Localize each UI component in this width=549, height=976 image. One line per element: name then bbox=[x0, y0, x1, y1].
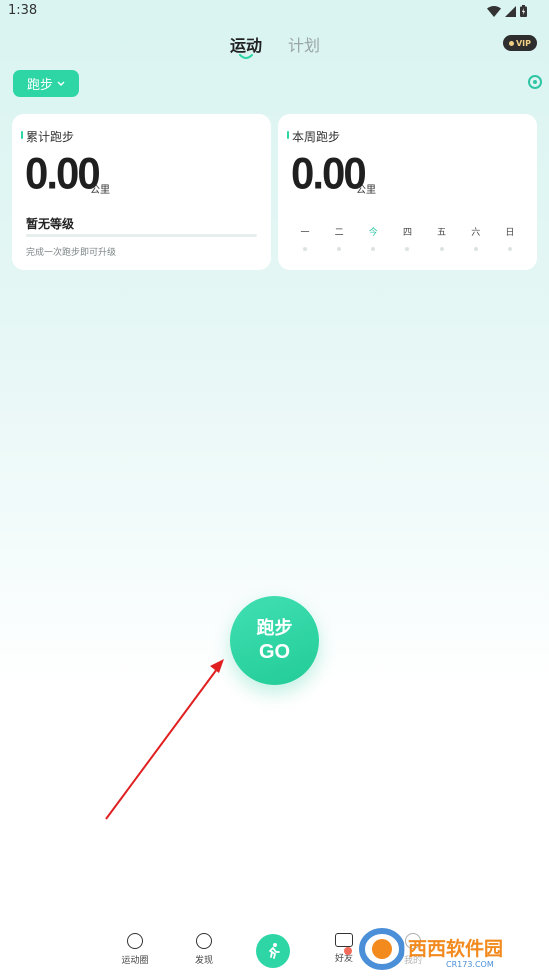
start-run-label: 跑步 bbox=[256, 617, 293, 639]
card-title: 累计跑步 bbox=[20, 130, 75, 144]
day-dot bbox=[473, 247, 478, 251]
notification-dot bbox=[344, 947, 352, 955]
day-label: 二 bbox=[334, 228, 344, 238]
tab-exercise[interactable]: 运动 bbox=[230, 32, 262, 56]
start-run-go-label: GO bbox=[258, 640, 291, 663]
day-label: 日 bbox=[505, 228, 515, 238]
level-name: 暂无等级 bbox=[26, 217, 75, 231]
tab-active-indicator bbox=[239, 54, 253, 59]
target-icon[interactable] bbox=[528, 75, 542, 89]
day-label: 四 bbox=[402, 228, 412, 238]
watermark-logo: 西西软件园 CR173.COM bbox=[359, 928, 544, 970]
distance-unit: 公里 bbox=[356, 185, 376, 196]
day-item: 六 bbox=[467, 225, 485, 251]
wifi-icon bbox=[487, 5, 501, 17]
status-icons bbox=[487, 4, 527, 18]
total-running-card[interactable]: 累计跑步 0.00 公里 暂无等级 完成一次跑步即可升级 bbox=[12, 114, 271, 270]
day-item: 五 bbox=[433, 225, 451, 251]
total-distance-value: 0.00 bbox=[25, 148, 101, 199]
day-item: 日 bbox=[501, 225, 519, 251]
signal-icon bbox=[505, 5, 516, 17]
vip-badge[interactable]: VIP bbox=[503, 35, 537, 51]
week-days: 一 二 今 四 五 六 日 bbox=[296, 225, 519, 251]
day-item: 今 bbox=[364, 225, 382, 251]
status-time: 1:38 bbox=[8, 3, 38, 18]
day-item: 四 bbox=[398, 225, 416, 251]
day-label: 五 bbox=[437, 228, 447, 238]
annotation-arrow bbox=[105, 659, 224, 820]
day-label-today: 今 bbox=[368, 228, 378, 238]
watermark-url: CR173.COM bbox=[446, 960, 494, 969]
nav-item-discover[interactable]: 发现 bbox=[184, 933, 224, 966]
day-dot bbox=[439, 247, 444, 251]
chat-bubble-icon bbox=[127, 933, 143, 949]
activity-type-select[interactable]: 跑步 bbox=[13, 70, 79, 97]
vip-label: VIP bbox=[515, 38, 532, 48]
day-label: 六 bbox=[471, 228, 481, 238]
nav-label: 运动圈 bbox=[121, 956, 149, 966]
battery-icon bbox=[520, 5, 527, 17]
weekly-running-card[interactable]: 本周跑步 0.00 公里 一 二 今 四 五 六 日 bbox=[278, 114, 537, 270]
distance-unit: 公里 bbox=[90, 185, 110, 196]
day-label: 一 bbox=[300, 228, 310, 238]
activity-type-label: 跑步 bbox=[26, 78, 53, 93]
watermark-text: 西西软件园 bbox=[408, 937, 503, 960]
tab-plan[interactable]: 计划 bbox=[288, 32, 320, 56]
nav-label: 发现 bbox=[194, 956, 213, 966]
level-progress-bar bbox=[26, 234, 257, 237]
day-dot bbox=[337, 247, 342, 251]
runner-icon bbox=[269, 943, 280, 959]
top-tabs: 运动 计划 VIP bbox=[0, 30, 549, 60]
day-dot bbox=[303, 247, 307, 251]
status-bar: 1:38 bbox=[0, 0, 549, 24]
level-hint: 完成一次跑步即可升级 bbox=[26, 248, 117, 258]
vip-icon bbox=[508, 40, 514, 46]
day-dot bbox=[371, 247, 376, 251]
weekly-distance-value: 0.00 bbox=[291, 148, 367, 199]
message-icon bbox=[335, 933, 353, 947]
chevron-down-icon bbox=[57, 81, 65, 86]
compass-icon bbox=[196, 933, 212, 949]
card-title: 本周跑步 bbox=[286, 130, 341, 144]
nav-item-moments[interactable]: 运动圈 bbox=[115, 933, 155, 966]
nav-item-run[interactable] bbox=[256, 934, 290, 968]
start-run-button[interactable]: 跑步 GO bbox=[230, 596, 319, 685]
day-item: 二 bbox=[330, 225, 348, 251]
day-dot bbox=[405, 247, 410, 251]
day-item: 一 bbox=[296, 225, 314, 251]
day-dot bbox=[507, 247, 512, 251]
